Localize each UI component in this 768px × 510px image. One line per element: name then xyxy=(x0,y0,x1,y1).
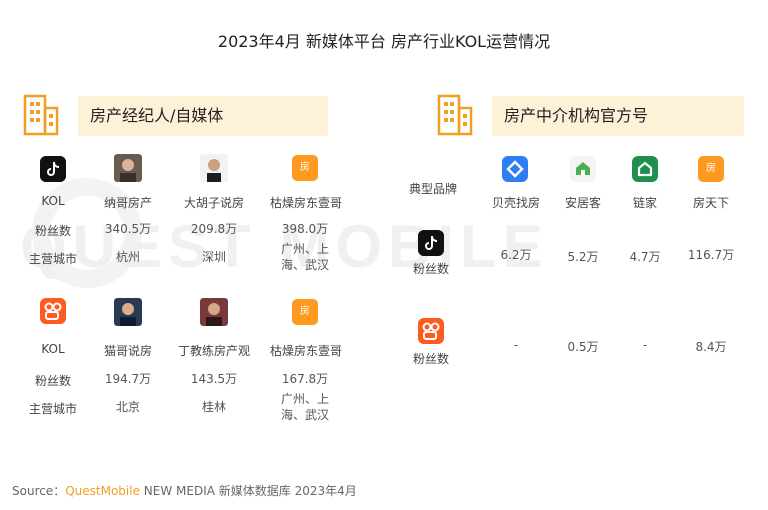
brand-name: 贝壳找房 xyxy=(491,196,540,210)
brand-fans-value: - xyxy=(642,338,648,352)
brand-fans-value: 6.2万 xyxy=(500,248,532,262)
kol-avatar xyxy=(200,298,228,326)
kol-fans: 209.8万 xyxy=(190,222,238,236)
section-header-agents: 房产经纪人/自媒体 xyxy=(78,96,328,136)
source-prefix: Source： xyxy=(12,484,66,498)
source-note: Source：QuestMobile NEW MEDIA 新媒体数据库 2023… xyxy=(12,482,357,499)
row-label-city: 主营城市 xyxy=(28,252,77,266)
beike-logo-icon xyxy=(502,156,528,182)
kol-city: 深圳 xyxy=(201,250,226,264)
fangtianxia-logo-icon: 房 xyxy=(698,156,724,182)
kol-name: 大胡子说房 xyxy=(183,196,244,210)
row-label-fans: 粉丝数 xyxy=(34,224,71,238)
row-label-kol: KOL xyxy=(41,194,65,208)
row-label-city: 主营城市 xyxy=(28,402,77,416)
lianjia-logo-icon xyxy=(632,156,658,182)
douyin-icon xyxy=(40,156,66,182)
kol-city: 广州、上 xyxy=(280,242,329,256)
kol-city: 广州、上 xyxy=(280,392,329,406)
kol-city: 桂林 xyxy=(201,400,226,414)
building-icon xyxy=(437,94,473,136)
kol-city: 海、武汉 xyxy=(280,408,329,422)
kol-name: 猫哥说房 xyxy=(103,344,152,358)
row-label-kol: KOL xyxy=(41,342,65,356)
fang-logo-icon: 房 xyxy=(292,299,318,325)
row-label-fans: 粉丝数 xyxy=(34,374,71,388)
brand-row-label: 典型品牌 xyxy=(408,182,457,196)
kol-name: 枯燥房东壹哥 xyxy=(269,196,342,210)
kol-name: 丁教练房产观 xyxy=(177,344,250,358)
kol-fans: 340.5万 xyxy=(104,222,152,236)
brand-fans-value: - xyxy=(513,338,519,352)
section-header-agencies: 房产中介机构官方号 xyxy=(492,96,744,136)
kol-city: 北京 xyxy=(115,400,140,414)
kuaishou-icon xyxy=(40,298,66,324)
source-brand: QuestMobile xyxy=(65,484,140,498)
kol-name: 纳哥房产 xyxy=(103,196,152,210)
source-rest: NEW MEDIA 新媒体数据库 2023年4月 xyxy=(139,484,357,498)
kol-city: 海、武汉 xyxy=(280,258,329,272)
building-icon xyxy=(23,94,59,136)
douyin-icon xyxy=(418,230,444,256)
kol-fans: 194.7万 xyxy=(104,372,152,386)
kol-fans: 143.5万 xyxy=(190,372,238,386)
kuaishou-icon xyxy=(418,318,444,344)
anjuke-logo-icon xyxy=(570,156,596,182)
brand-name: 房天下 xyxy=(692,196,729,210)
kol-fans: 167.8万 xyxy=(281,372,329,386)
kol-avatar xyxy=(114,154,142,182)
brand-fans-value: 8.4万 xyxy=(695,340,727,354)
fang-logo-icon: 房 xyxy=(292,155,318,181)
fans-row-label: 粉丝数 xyxy=(412,262,449,276)
kol-avatar xyxy=(114,298,142,326)
brand-name: 安居客 xyxy=(564,196,601,210)
page-title: 2023年4月 新媒体平台 房产行业KOL运营情况 xyxy=(217,32,551,51)
brand-fans-value: 116.7万 xyxy=(687,248,735,262)
brand-fans-value: 4.7万 xyxy=(629,250,661,264)
kol-fans: 398.0万 xyxy=(281,222,329,236)
brand-fans-value: 0.5万 xyxy=(567,340,599,354)
kol-avatar xyxy=(200,154,228,182)
brand-name: 链家 xyxy=(632,196,657,210)
kol-city: 杭州 xyxy=(115,250,140,264)
fans-row-label: 粉丝数 xyxy=(412,352,449,366)
brand-fans-value: 5.2万 xyxy=(567,250,599,264)
kol-name: 枯燥房东壹哥 xyxy=(269,344,342,358)
